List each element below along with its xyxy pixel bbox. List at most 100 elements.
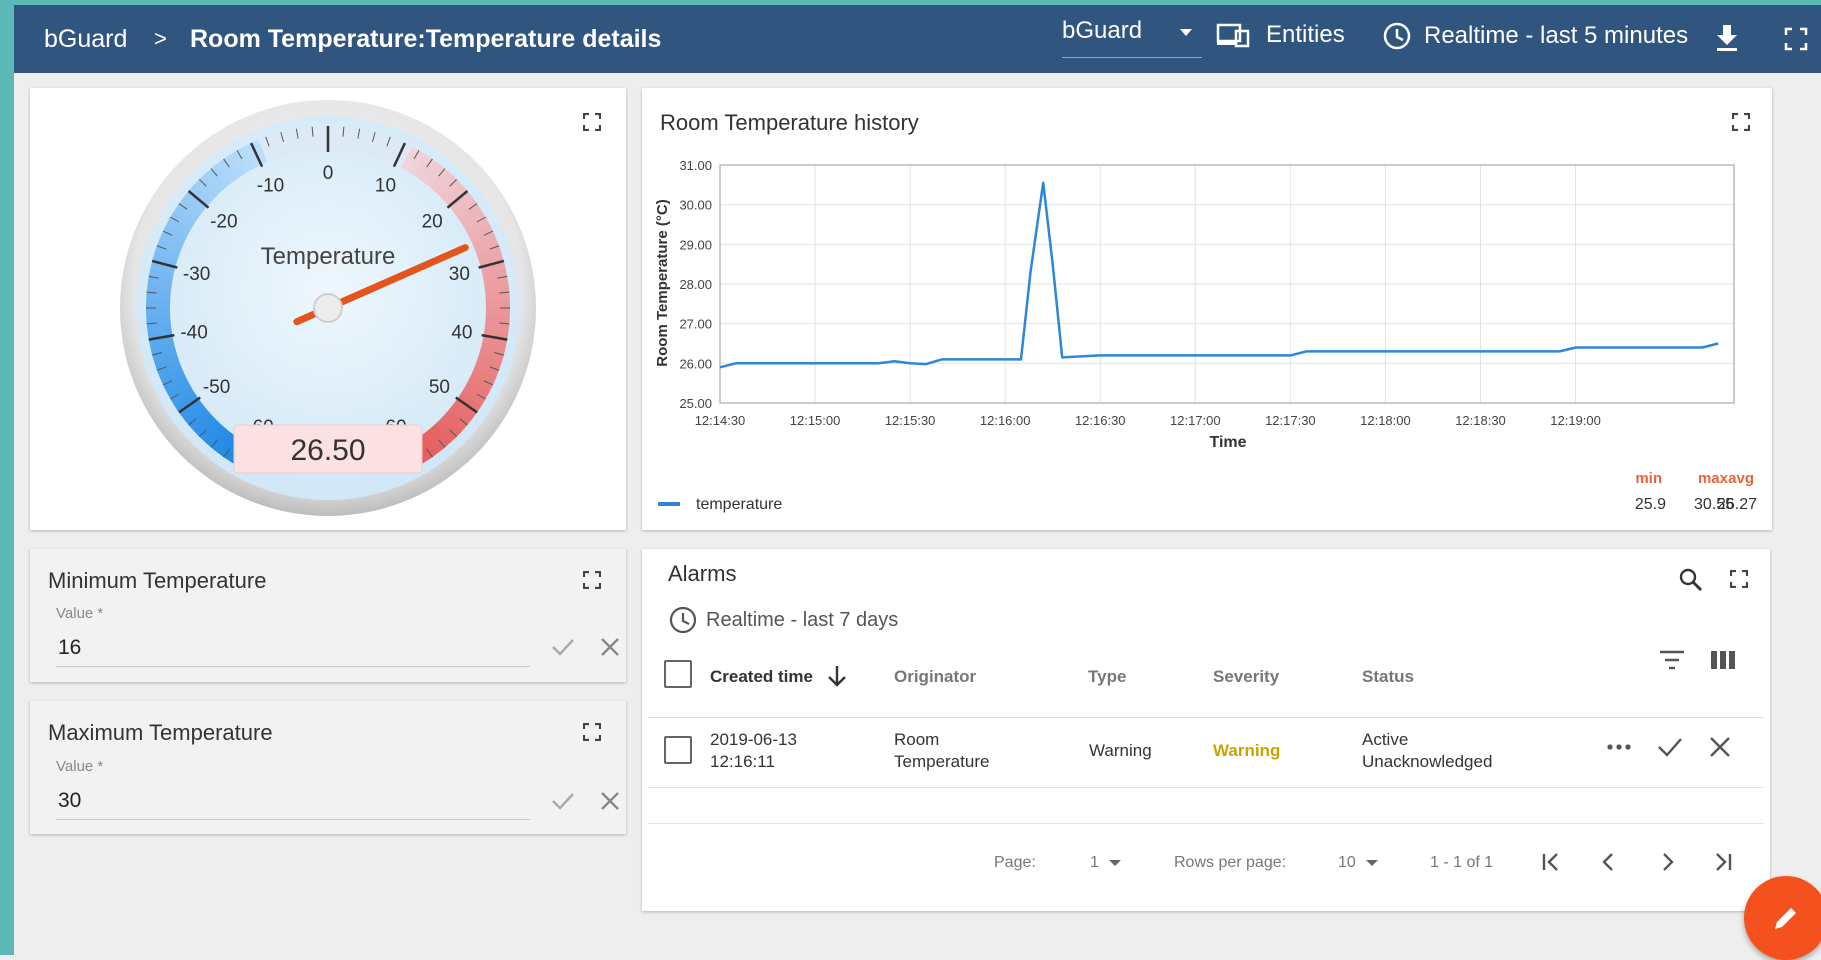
gauge-tick-label: -30 — [183, 264, 210, 285]
row-created-time: 12:16:11 — [710, 752, 775, 771]
arrow-down-icon[interactable] — [824, 663, 850, 689]
x-tick-label: 12:18:00 — [1360, 413, 1411, 428]
fullscreen-icon[interactable] — [1784, 27, 1808, 51]
gauge-card: -60-50-40-30-20-100102030405060 Temperat… — [30, 88, 626, 530]
min-value-label: Value * — [56, 605, 104, 622]
y-tick-label: 27.00 — [679, 317, 712, 332]
gauge-tick-label: 10 — [375, 176, 396, 197]
x-tick-label: 12:19:00 — [1550, 413, 1601, 428]
row-divider — [648, 787, 1764, 788]
max-temperature-card: Maximum Temperature Value * 30 — [30, 701, 626, 834]
clear-close-icon[interactable] — [1708, 735, 1732, 759]
expand-icon[interactable] — [1730, 570, 1748, 588]
columns-icon[interactable] — [1710, 649, 1736, 671]
alarms-timewindow[interactable]: Realtime - last 7 days — [668, 605, 898, 635]
gauge-tick-label: 0 — [323, 163, 334, 184]
page-select[interactable]: 1 — [1090, 854, 1121, 872]
y-tick-label: 29.00 — [679, 237, 712, 252]
y-tick-label: 28.00 — [679, 277, 712, 292]
download-icon[interactable] — [1714, 23, 1740, 53]
gauge-tick-label: -40 — [180, 323, 207, 344]
breadcrumb-root[interactable]: bGuard — [44, 25, 127, 54]
x-tick-label: 12:15:00 — [790, 413, 841, 428]
more-icon[interactable] — [1606, 740, 1632, 754]
row-severity: Warning — [1213, 741, 1281, 760]
gauge-display-value: 26.50 — [290, 434, 365, 467]
gauge-tick-label: -10 — [257, 176, 284, 197]
legend-min-value: 25.9 — [1635, 496, 1666, 513]
legend-swatch — [658, 502, 680, 506]
entities-label: Entities — [1266, 21, 1345, 48]
previous-page-icon[interactable] — [1598, 851, 1620, 873]
next-page-icon[interactable] — [1656, 851, 1678, 873]
y-axis-label: Room Temperature (°C) — [654, 199, 671, 366]
acknowledge-check-icon[interactable] — [1656, 734, 1684, 760]
table-footer-divider — [648, 823, 1764, 824]
history-chart-card: Room Temperature history 25.00 26.00 27.00… — [642, 88, 1772, 530]
close-icon[interactable] — [597, 788, 623, 814]
column-originator[interactable]: Originator — [894, 667, 976, 687]
last-page-icon[interactable] — [1712, 851, 1734, 873]
edit-dashboard-button[interactable] — [1744, 876, 1821, 960]
table-row[interactable]: 2019-06-13 12:16:11 Room Temperature War… — [642, 718, 1770, 786]
legend-series-name[interactable]: temperature — [696, 496, 782, 513]
temperature-gauge: -60-50-40-30-20-100102030405060 Temperat… — [120, 100, 536, 516]
check-icon[interactable] — [550, 634, 576, 660]
chevron-down-icon — [1180, 29, 1192, 36]
gauge-hub — [313, 293, 343, 323]
alarms-card: Alarms Realtime - last 7 days Created ti… — [642, 549, 1770, 911]
max-temperature-title: Maximum Temperature — [48, 720, 273, 745]
y-tick-label: 30.00 — [679, 198, 712, 213]
legend-max-label: max — [1698, 470, 1729, 487]
row-created-date: 2019-06-13 — [710, 730, 797, 749]
min-value-input[interactable]: 16 — [58, 636, 81, 660]
x-tick-label: 12:16:30 — [1075, 413, 1126, 428]
pencil-icon — [1775, 908, 1796, 929]
temperature-line-chart: 25.00 26.00 27.00 28.00 29.00 30.00 31.00 12:1… — [654, 158, 1757, 513]
x-tick-label: 12:18:30 — [1455, 413, 1506, 428]
row-originator-line1: Room — [894, 730, 940, 749]
column-status[interactable]: Status — [1362, 667, 1414, 687]
x-tick-label: 12:15:30 — [885, 413, 936, 428]
max-value-input[interactable]: 30 — [58, 789, 81, 813]
x-tick-label: 12:14:30 — [695, 413, 746, 428]
x-tick-label: 12:17:00 — [1170, 413, 1221, 428]
x-tick-label: 12:17:30 — [1265, 413, 1316, 428]
gauge-tick-label: 20 — [422, 212, 443, 233]
first-page-icon[interactable] — [1540, 851, 1562, 873]
search-icon[interactable] — [1678, 567, 1704, 593]
expand-icon[interactable] — [583, 571, 601, 589]
y-tick-label: 31.00 — [679, 158, 712, 173]
gauge-tick-label: 40 — [451, 323, 472, 344]
expand-icon[interactable] — [583, 723, 601, 741]
max-value-underline — [56, 819, 530, 820]
left-accent-strip — [0, 0, 14, 955]
page-label: Page: — [994, 854, 1036, 871]
entities-button[interactable]: Entities — [1216, 21, 1345, 49]
close-icon[interactable] — [597, 634, 623, 660]
min-temperature-title: Minimum Temperature — [48, 568, 267, 593]
row-checkbox[interactable] — [664, 736, 692, 764]
rows-per-page-label: Rows per page: — [1174, 854, 1287, 871]
max-value-label: Value * — [56, 758, 104, 775]
filter-icon[interactable] — [1658, 649, 1686, 671]
column-created-time[interactable]: Created time — [710, 667, 813, 687]
gauge-band-segment — [485, 300, 510, 309]
legend-min-label: min — [1635, 470, 1662, 487]
column-type[interactable]: Type — [1088, 667, 1126, 687]
devices-icon — [1216, 23, 1250, 48]
gauge-tick-label: -50 — [203, 377, 230, 398]
select-all-checkbox[interactable] — [664, 660, 692, 688]
gauge-tick-label: 50 — [429, 377, 450, 398]
dashboard-select[interactable]: bGuard — [1062, 17, 1202, 58]
gauge-tick-label: 30 — [449, 264, 470, 285]
timewindow-button[interactable]: Realtime - last 5 minutes — [1382, 21, 1688, 51]
legend-avg-label: avg — [1728, 470, 1754, 487]
min-temperature-card: Minimum Temperature Value * 16 — [30, 549, 626, 682]
row-originator-line2: Temperature — [894, 752, 990, 771]
row-type: Warning — [1089, 741, 1152, 760]
column-severity[interactable]: Severity — [1213, 667, 1279, 687]
pagination-range: 1 - 1 of 1 — [1430, 854, 1494, 871]
check-icon[interactable] — [550, 788, 576, 814]
rows-per-page-select[interactable]: 10 — [1338, 854, 1378, 872]
